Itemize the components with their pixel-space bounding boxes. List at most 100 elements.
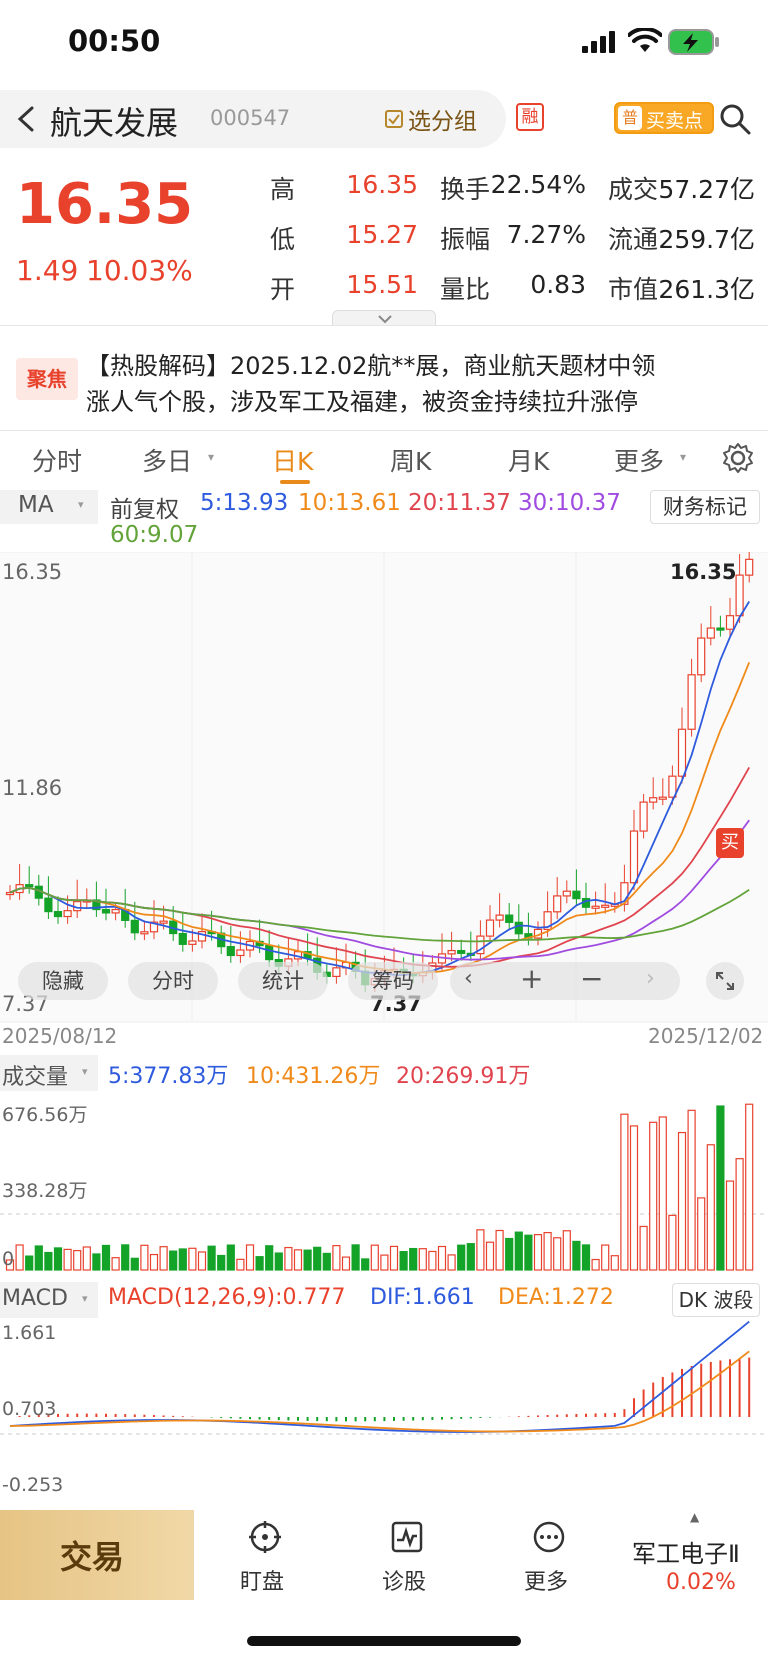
volume-bar bbox=[553, 1237, 562, 1271]
volume-y-bottom: 0 bbox=[2, 1248, 15, 1270]
finance-mark-button[interactable]: 财务标记 bbox=[650, 490, 760, 524]
news-line-2: 涨人气个股，涉及军工及福建，被资金持续拉升涨停 bbox=[86, 388, 638, 416]
adjust-label[interactable]: 前复权 bbox=[110, 490, 179, 524]
news-banner[interactable]: 聚焦 【热股解码】2025.12.02航**展，商业航天题材中领 涨人气个股，涉… bbox=[0, 330, 768, 430]
volume-bar bbox=[668, 1214, 677, 1271]
candle-body bbox=[639, 801, 648, 832]
volume-bar bbox=[341, 1256, 351, 1271]
tab-multi-day[interactable]: 多日 bbox=[142, 442, 192, 478]
dk-band-button[interactable]: DK 波段 bbox=[672, 1283, 760, 1317]
volume-bar bbox=[639, 1225, 648, 1271]
tab-monthly-k[interactable]: 月K bbox=[508, 442, 549, 478]
stock-header: 航天发展 000547 选分组 融 普 买卖点 bbox=[0, 90, 768, 148]
volume-bar bbox=[121, 1244, 130, 1271]
dif-value: DIF:1.661 bbox=[370, 1285, 475, 1310]
candle-body bbox=[706, 627, 715, 639]
candle-body bbox=[697, 637, 706, 676]
quote-panel: 16.35 1.49 10.03% 高 16.35 换手 22.54% 成交 5… bbox=[0, 150, 768, 326]
low-label: 低 bbox=[270, 225, 296, 254]
back-arrow-icon[interactable] bbox=[14, 104, 40, 134]
fullscreen-button[interactable] bbox=[706, 962, 744, 1000]
candle-body bbox=[447, 949, 456, 955]
volume-bar bbox=[169, 1250, 178, 1271]
zoom-out-icon[interactable]: − bbox=[580, 962, 603, 995]
volume-bar bbox=[389, 1245, 399, 1271]
volume-selector-label: 成交量 bbox=[2, 1065, 69, 1090]
tab-weekly-k[interactable]: 周K bbox=[390, 442, 431, 478]
volume-bar bbox=[140, 1244, 149, 1271]
gear-icon[interactable] bbox=[722, 442, 754, 474]
low-value: 15.27 bbox=[346, 220, 418, 249]
scroll-right-icon[interactable]: › bbox=[646, 966, 655, 991]
volume-bar bbox=[687, 1109, 696, 1271]
volume-bar bbox=[629, 1125, 639, 1271]
volume-bar bbox=[44, 1251, 53, 1271]
volume-ratio-value: 0.83 bbox=[530, 270, 586, 299]
buy-signal-marker[interactable]: 买 bbox=[716, 828, 744, 858]
volume-bar bbox=[284, 1246, 293, 1271]
caret-down-icon: ▾ bbox=[82, 1065, 88, 1078]
current-price: 16.35 bbox=[16, 172, 194, 237]
tab-more[interactable]: 更多 bbox=[614, 442, 664, 478]
macd-y-mid: 0.703 bbox=[2, 1398, 57, 1420]
intraday-overlay-button[interactable]: 分时 bbox=[128, 962, 218, 1000]
ma30-value: 30:10.37 bbox=[518, 490, 621, 516]
chip-button[interactable]: 筹码 bbox=[348, 962, 438, 1000]
candle-body bbox=[745, 558, 754, 576]
nav-diagnose[interactable]: 诊股 bbox=[372, 1520, 442, 1600]
macd-y-bottom: -0.253 bbox=[2, 1474, 64, 1496]
candle-body bbox=[716, 627, 725, 631]
volume-bar bbox=[697, 1197, 706, 1271]
nav-more-label: 更多 bbox=[524, 1570, 569, 1595]
candle-body bbox=[44, 897, 53, 913]
expand-quote-handle[interactable] bbox=[332, 310, 436, 326]
candle-body bbox=[140, 931, 149, 935]
volume-y-mid: 338.28万 bbox=[2, 1180, 88, 1202]
volume-indicator-selector[interactable]: 成交量 ▾ bbox=[0, 1055, 98, 1091]
zoom-controls: ‹ + − › bbox=[450, 962, 680, 1000]
candle-body bbox=[553, 895, 562, 913]
expand-icon bbox=[716, 972, 734, 990]
ma-indicator-selector[interactable]: MA ▾ bbox=[0, 490, 98, 524]
buy-sell-label: 买卖点 bbox=[646, 110, 704, 132]
volume-y-top: 676.56万 bbox=[2, 1104, 88, 1126]
scroll-left-icon[interactable]: ‹ bbox=[464, 966, 473, 991]
volume-bar bbox=[178, 1248, 187, 1271]
volume-bar bbox=[572, 1240, 581, 1271]
stats-button[interactable]: 统计 bbox=[238, 962, 328, 1000]
high-label: 高 bbox=[270, 175, 296, 204]
volume-bar bbox=[236, 1258, 245, 1271]
sector-pct: 0.02% bbox=[666, 1570, 736, 1595]
add-group-button[interactable]: 选分组 bbox=[384, 102, 477, 136]
turnover-value: 22.54% bbox=[490, 170, 586, 199]
volume-bar bbox=[457, 1244, 466, 1271]
volume-ma20: 20:269.91万 bbox=[396, 1064, 531, 1089]
search-icon[interactable] bbox=[718, 102, 752, 136]
volume-ma10: 10:431.26万 bbox=[246, 1064, 381, 1089]
buy-sell-point-button[interactable]: 普 买卖点 bbox=[614, 102, 714, 134]
battery-charging-icon bbox=[668, 29, 719, 55]
divider bbox=[0, 430, 768, 431]
sector-widget[interactable]: ▲ 军工电子Ⅱ 0.02% bbox=[620, 1510, 768, 1604]
nav-watch[interactable]: 盯盘 bbox=[230, 1520, 300, 1600]
macd-indicator-selector[interactable]: MACD ▾ bbox=[0, 1282, 98, 1318]
zoom-in-icon[interactable]: + bbox=[520, 962, 543, 995]
candle-body bbox=[629, 830, 639, 884]
volume-bar bbox=[524, 1234, 533, 1271]
hide-button[interactable]: 隐藏 bbox=[18, 962, 108, 1000]
volume-bar bbox=[447, 1254, 456, 1271]
volume-bar bbox=[370, 1244, 379, 1271]
kline-date-start: 2025/08/12 bbox=[2, 1024, 118, 1048]
chevron-down-icon bbox=[378, 315, 392, 324]
tab-daily-k[interactable]: 日K bbox=[272, 442, 313, 478]
tab-intraday[interactable]: 分时 bbox=[32, 442, 82, 478]
nav-more[interactable]: 更多 bbox=[514, 1520, 584, 1600]
volume-bar bbox=[25, 1255, 34, 1271]
stock-code: 000547 bbox=[210, 106, 291, 130]
trade-button[interactable]: 交易 bbox=[0, 1510, 194, 1600]
candle-body bbox=[53, 911, 63, 918]
volume-bar bbox=[245, 1244, 255, 1271]
volume-bar bbox=[591, 1258, 600, 1271]
volume-bar bbox=[111, 1257, 120, 1271]
volume-bar bbox=[207, 1245, 216, 1271]
